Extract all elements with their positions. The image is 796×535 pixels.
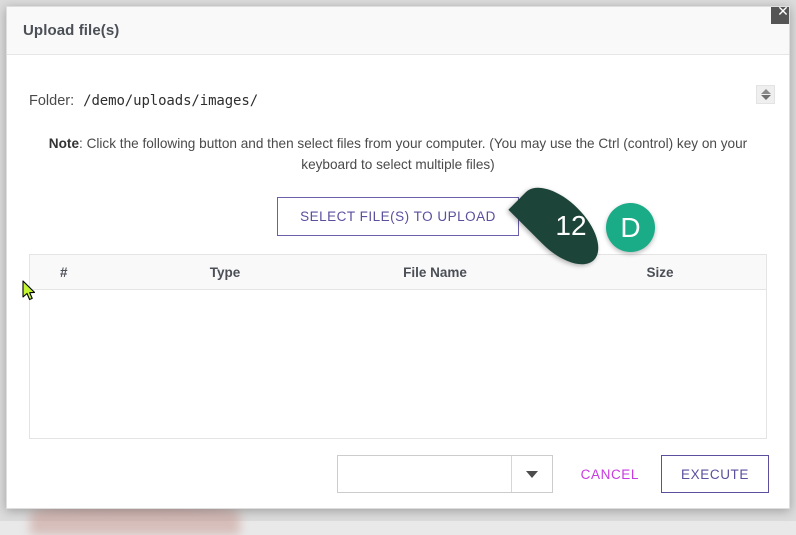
annotation-letter-badge: D: [606, 203, 655, 252]
chevron-down-glyph: [525, 470, 538, 478]
uploaded-files-table: # Type File Name Size: [29, 254, 767, 439]
page-title: Upload file(s): [23, 22, 120, 39]
upload-files-dialog: Upload file(s) ✕ Folder: /demo/uploads/i…: [6, 6, 790, 509]
updown-spinner-icon[interactable]: [756, 85, 775, 104]
spinner-up-arrow: [760, 89, 771, 94]
annotation-step-number: 12: [555, 210, 587, 241]
table-header-row: # Type File Name Size: [30, 254, 766, 290]
spinner-down-arrow: [760, 95, 771, 100]
dialog-footer: CANCEL EXECUTE: [7, 455, 789, 493]
column-header-number: #: [60, 264, 68, 280]
select-files-row: SELECT FILE(S) TO UPLOAD 12 D: [7, 174, 789, 278]
file-mode-input[interactable]: [337, 456, 511, 492]
file-mode-combobox[interactable]: [336, 455, 553, 493]
close-icon[interactable]: ✕: [771, 7, 789, 24]
note-strong-label: Note: [48, 136, 80, 151]
column-header-size: Size: [646, 264, 674, 280]
column-header-type: Type: [209, 264, 241, 280]
folder-path-value: /demo/uploads/images/: [83, 93, 259, 109]
dialog-titlebar: Upload file(s): [7, 7, 789, 55]
folder-row: Folder: /demo/uploads/images/: [7, 77, 789, 125]
folder-label: Folder:: [29, 93, 75, 109]
note-text: Note: Click the following button and the…: [37, 133, 759, 175]
note-body-text: : Click the following button and then se…: [79, 136, 748, 172]
table-body-empty: [30, 290, 766, 438]
cancel-button[interactable]: CANCEL: [575, 466, 645, 483]
column-header-filename: File Name: [403, 264, 467, 280]
execute-button[interactable]: EXECUTE: [661, 455, 769, 493]
select-files-to-upload-button[interactable]: SELECT FILE(S) TO UPLOAD: [277, 197, 519, 236]
chevron-down-icon[interactable]: [510, 456, 552, 492]
